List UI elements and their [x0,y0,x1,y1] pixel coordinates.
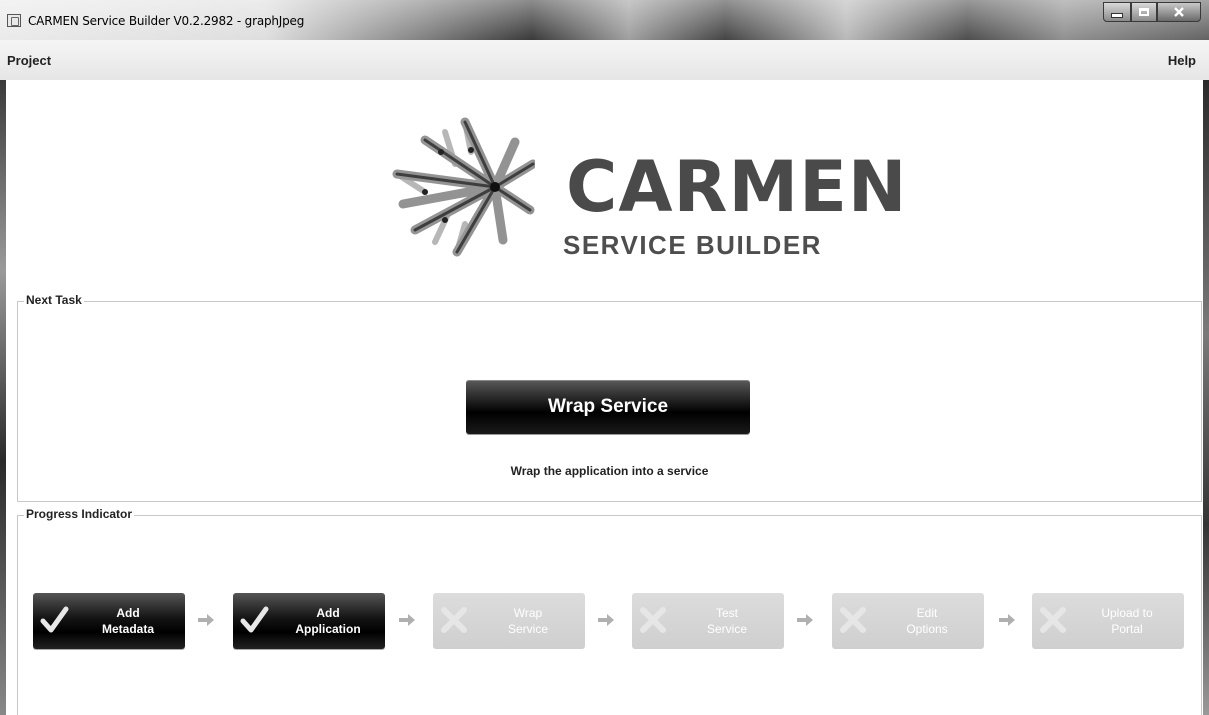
arrow-right-icon [399,614,415,626]
maximize-icon [1139,8,1149,16]
cross-icon [441,607,467,633]
step-add-application[interactable]: Add Application [233,593,385,649]
progress-indicator-group: Progress Indicator Add Metadata Add Appl… [17,507,1202,715]
arrow-right-icon [598,614,614,626]
menu-project[interactable]: Project [7,53,51,68]
window-frame-left [0,80,6,715]
window-title: CARMEN Service Builder V0.2.2982 - graph… [28,14,305,28]
progress-indicator-label: Progress Indicator [24,507,135,521]
title-bar[interactable]: CARMEN Service Builder V0.2.2982 - graph… [0,0,1209,40]
cross-icon [1040,607,1066,633]
next-task-group: Next Task Wrap Service Wrap the applicat… [17,293,1202,502]
menu-bar: Project Help [0,40,1209,80]
cross-icon [840,607,866,633]
app-window: CARMEN Service Builder V0.2.2982 - graph… [0,0,1209,715]
menu-help[interactable]: Help [1168,53,1196,68]
next-task-label: Next Task [24,293,84,307]
wrap-service-button[interactable]: Wrap Service [466,380,750,434]
step-label: Test Service [706,606,747,636]
check-icon [240,606,269,633]
window-frame-right [1203,80,1209,715]
close-icon [1174,7,1184,17]
step-label: Upload to Portal [1101,606,1153,636]
next-task-description: Wrap the application into a service [510,464,709,478]
step-label: Add Application [295,606,361,636]
step-label: Edit Options [906,606,948,636]
minimize-button[interactable] [1103,2,1131,22]
step-wrap-service[interactable]: Wrap Service [433,593,585,649]
check-icon [40,606,69,633]
carmen-network-logo-icon [392,117,535,257]
maximize-button[interactable] [1131,2,1157,22]
minimize-icon [1111,12,1123,18]
logo-title: CARMEN [566,146,908,228]
cross-icon [640,607,666,633]
step-label: Wrap Service [507,606,548,636]
logo-subtitle: SERVICE BUILDER [563,230,822,260]
carmen-logo: CARMEN SERVICE BUILDER [385,112,907,267]
close-button[interactable] [1157,2,1201,22]
step-test-service[interactable]: Test Service [632,593,784,649]
step-label: Add Metadata [101,606,154,636]
arrow-right-icon [999,614,1015,626]
step-edit-options[interactable]: Edit Options [832,593,984,649]
step-upload-to-portal[interactable]: Upload to Portal [1032,593,1184,649]
window-controls [1103,2,1201,24]
java-app-icon[interactable] [7,14,21,27]
step-add-metadata[interactable]: Add Metadata [33,593,185,649]
arrow-right-icon [198,614,214,626]
arrow-right-icon [797,614,813,626]
